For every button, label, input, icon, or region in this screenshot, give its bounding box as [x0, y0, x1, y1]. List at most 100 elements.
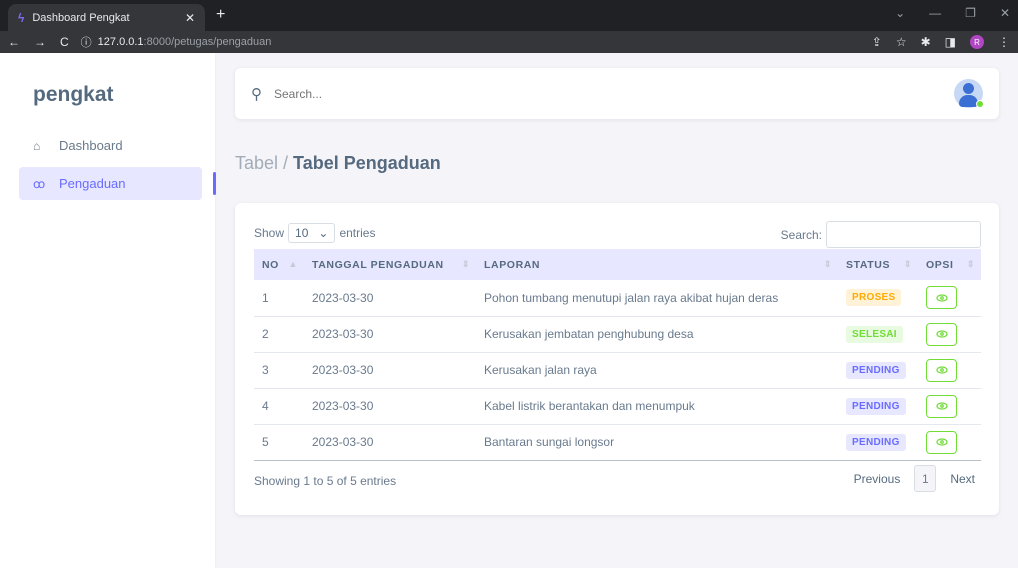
brand-logo[interactable]: pengkat: [33, 83, 114, 107]
address-bar: ← → C ⓘ 127.0.0.1:8000/petugas/pengaduan…: [0, 31, 1018, 53]
next-page-button[interactable]: Next: [944, 472, 981, 486]
table-row: 1 2023-03-30 Pohon tumbang menutupi jala…: [254, 280, 981, 317]
back-icon[interactable]: ←: [8, 35, 20, 49]
favicon-icon: ϟ: [18, 10, 25, 25]
entries-label: entries: [339, 226, 376, 240]
sidebar-item-dashboard[interactable]: ⌂ Dashboard: [19, 129, 215, 162]
cell-laporan: Kabel listrik berantakan dan menumpuk: [476, 388, 838, 425]
table-row: 5 2023-03-30 Bantaran sungai longsor PEN…: [254, 424, 981, 461]
table-row: 3 2023-03-30 Kerusakan jalan raya PENDIN…: [254, 352, 981, 389]
forward-icon[interactable]: →: [34, 35, 46, 49]
profile-avatar[interactable]: R: [970, 35, 984, 49]
view-button[interactable]: [926, 430, 957, 454]
page-title: Tabel Pengaduan: [293, 153, 441, 173]
cell-laporan: Kerusakan jembatan penghubung desa: [476, 316, 838, 353]
table-card: Show 10 ⌄ entries Search: NO ▲ TANGGAL PEN…: [235, 203, 999, 515]
table-row: 4 2023-03-30 Kabel listrik berantakan da…: [254, 388, 981, 425]
close-window-button[interactable]: ✕: [1000, 6, 1010, 20]
cell-laporan: Pohon tumbang menutupi jalan raya akibat…: [476, 280, 838, 317]
cell-laporan: Bantaran sungai longsor: [476, 424, 838, 461]
url-host: 127.0.0.1: [97, 36, 144, 48]
eye-icon: [935, 366, 948, 374]
url-path: :8000/petugas/pengaduan: [143, 36, 272, 48]
extensions-icon[interactable]: ✱: [921, 35, 931, 49]
close-tab-icon[interactable]: ✕: [185, 11, 195, 25]
menu-kebab-icon[interactable]: ⋮: [998, 35, 1010, 49]
status-badge: PENDING: [846, 433, 906, 451]
cell-no: 2: [254, 316, 304, 353]
minimize-button[interactable]: —: [929, 6, 941, 20]
table-header-row: NO ▲ TANGGAL PENGADUAN ⇕ LAPORAN ⇕ STATUS ⇕ …: [254, 249, 981, 280]
sidepanel-icon[interactable]: ◨: [945, 35, 956, 49]
cell-tanggal: 2023-03-30: [304, 316, 476, 353]
users-icon: ꝏ: [33, 176, 46, 191]
table-filter: Search:: [781, 221, 981, 248]
sidebar: pengkat ⌂ Dashboard ꝏ Pengaduan: [0, 53, 216, 568]
sidebar-menu: ⌂ Dashboard ꝏ Pengaduan: [19, 129, 216, 205]
cell-no: 4: [254, 388, 304, 425]
top-navbar: ⚲: [235, 68, 999, 119]
home-icon: ⌂: [33, 138, 41, 153]
search-icon: ⚲: [251, 85, 262, 103]
cell-tanggal: 2023-03-30: [304, 424, 476, 461]
column-header-laporan[interactable]: LAPORAN ⇕: [476, 249, 838, 280]
page-length-control: Show 10 ⌄ entries: [254, 223, 375, 243]
status-badge: PENDING: [846, 361, 906, 379]
sidebar-item-pengaduan[interactable]: ꝏ Pengaduan: [19, 167, 216, 200]
cell-tanggal: 2023-03-30: [304, 352, 476, 389]
reload-icon[interactable]: C: [60, 35, 69, 49]
show-label: Show: [254, 226, 285, 240]
eye-icon: [935, 330, 948, 338]
cell-no: 3: [254, 352, 304, 389]
table-search-label: Search:: [780, 227, 822, 242]
new-tab-button[interactable]: +: [216, 6, 225, 24]
sort-icon: ⇕: [966, 259, 975, 269]
status-badge: SELESAI: [846, 325, 903, 343]
browser-tab-bar: ϟ Dashboard Pengkat ✕ + ⌄ — ❐ ✕: [0, 0, 1018, 31]
breadcrumb-parent: Tabel /: [235, 153, 294, 173]
column-header-status[interactable]: STATUS ⇕: [838, 249, 918, 280]
window-controls: ⌄ — ❐ ✕: [895, 6, 1010, 20]
column-header-opsi[interactable]: OPSI ⇕: [918, 249, 981, 280]
previous-page-button[interactable]: Previous: [848, 472, 907, 486]
cell-no: 1: [254, 280, 304, 317]
chevron-down-icon: ⌄: [318, 226, 329, 240]
sidebar-item-label: Dashboard: [59, 138, 123, 153]
table-row: 2 2023-03-30 Kerusakan jembatan penghubu…: [254, 316, 981, 353]
cell-tanggal: 2023-03-30: [304, 280, 476, 317]
eye-icon: [935, 402, 948, 410]
page-length-select[interactable]: 10 ⌄: [288, 223, 336, 243]
eye-icon: [935, 438, 948, 446]
share-icon[interactable]: ⇪: [872, 35, 882, 49]
view-button[interactable]: [926, 322, 957, 346]
table-search-input[interactable]: [826, 221, 981, 248]
breadcrumb: Tabel / Tabel Pengaduan: [235, 153, 441, 174]
bookmark-star-icon[interactable]: ☆: [896, 35, 907, 49]
view-button[interactable]: [926, 394, 957, 418]
cell-laporan: Kerusakan jalan raya: [476, 352, 838, 389]
view-button[interactable]: [926, 286, 957, 310]
cell-tanggal: 2023-03-30: [304, 388, 476, 425]
pengaduan-table: NO ▲ TANGGAL PENGADUAN ⇕ LAPORAN ⇕ STATUS ⇕ …: [254, 249, 981, 461]
table-info: Showing 1 to 5 of 5 entries: [254, 474, 397, 488]
pagination: Previous 1 Next: [848, 465, 981, 492]
cell-no: 5: [254, 424, 304, 461]
browser-tab[interactable]: ϟ Dashboard Pengkat ✕: [8, 4, 205, 31]
status-badge: PROSES: [846, 289, 902, 307]
sort-icon: ⇕: [903, 259, 912, 269]
search-input[interactable]: [274, 86, 954, 101]
online-status-dot: [976, 100, 984, 108]
site-info-icon[interactable]: ⓘ: [81, 34, 92, 50]
sidebar-item-label: Pengaduan: [59, 176, 126, 191]
app: pengkat ⌂ Dashboard ꝏ Pengaduan ⚲ Tabel …: [0, 53, 1018, 568]
avatar[interactable]: [954, 79, 984, 108]
url-field[interactable]: ⓘ 127.0.0.1:8000/petugas/pengaduan: [81, 34, 872, 50]
column-header-tanggal[interactable]: TANGGAL PENGADUAN ⇕: [304, 249, 476, 280]
view-button[interactable]: [926, 358, 957, 382]
tab-search-icon[interactable]: ⌄: [895, 6, 905, 20]
restore-button[interactable]: ❐: [965, 6, 976, 20]
tab-title: Dashboard Pengkat: [32, 11, 130, 24]
page-button-1[interactable]: 1: [914, 465, 937, 492]
sort-icon: ⇕: [461, 259, 470, 269]
column-header-no[interactable]: NO ▲: [254, 249, 304, 280]
